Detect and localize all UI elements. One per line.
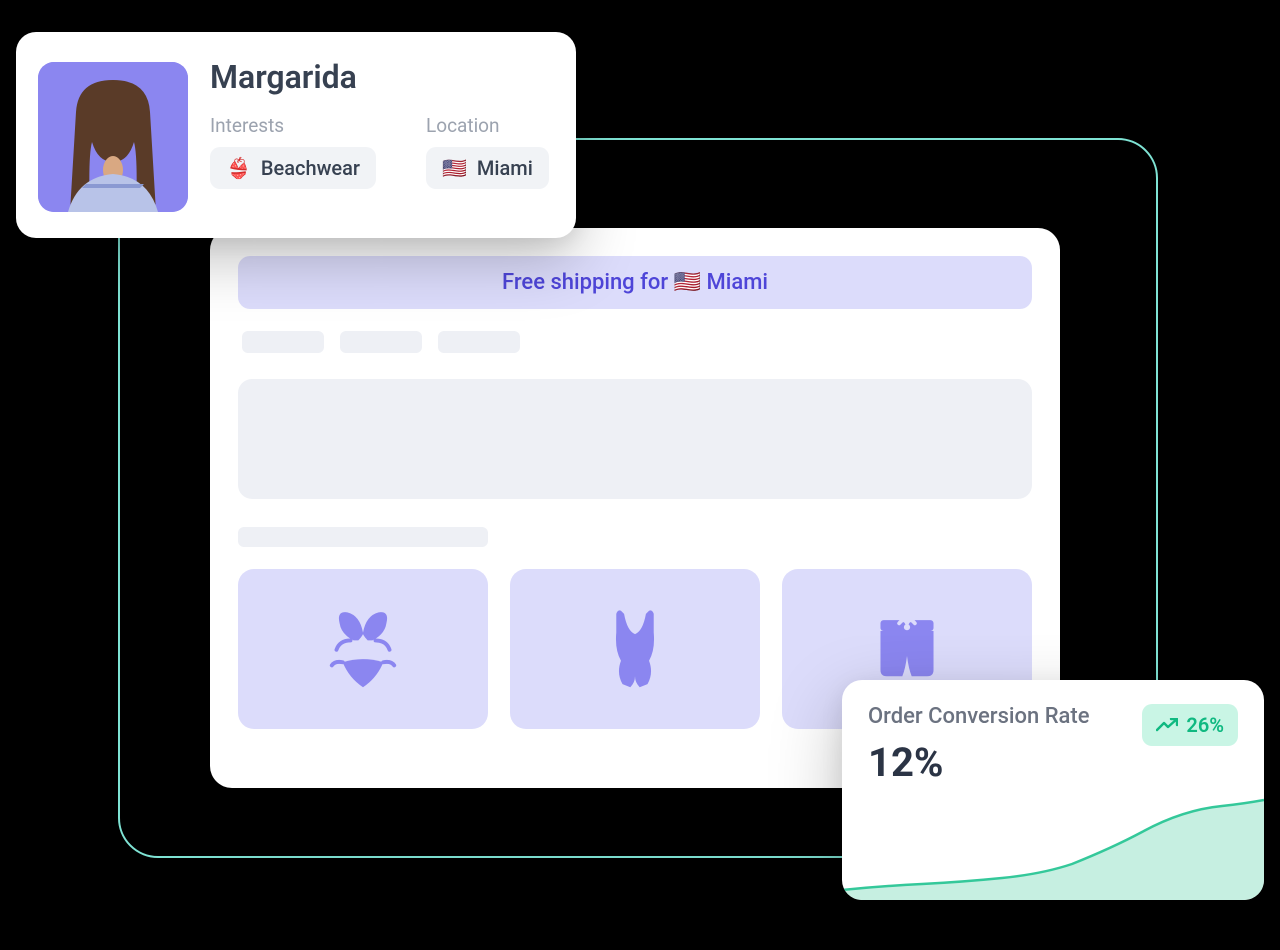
interest-value: Beachwear [261,156,360,180]
banner-location: Miami [707,270,768,295]
profile-location: Location 🇺🇸 Miami [426,114,549,189]
one-piece-icon [596,604,674,694]
trend-up-icon [1156,718,1178,732]
nav-skeleton-item [340,331,422,353]
section-title-skeleton [238,527,488,547]
avatar [38,62,188,212]
nav-skeleton-item [242,331,324,353]
bikini-icon: 👙 [226,156,251,180]
bikini-icon [324,604,402,694]
location-label: Location [426,114,549,137]
metric-change-value: 26% [1186,713,1224,737]
product-tile-bikini[interactable] [238,569,488,729]
profile-interests: Interests 👙 Beachwear [210,114,376,189]
metric-sparkline [842,790,1264,900]
conversion-metric-card: Order Conversion Rate 12% 26% [842,680,1264,900]
product-tile-one-piece[interactable] [510,569,760,729]
nav-skeleton [238,331,1032,353]
metric-change-badge: 26% [1142,704,1238,746]
shipping-banner: Free shipping for 🇺🇸 Miami [238,256,1032,309]
nav-skeleton-item [438,331,520,353]
interest-chip[interactable]: 👙 Beachwear [210,147,376,189]
metric-value: 12% [868,739,1090,786]
profile-info: Margarida Interests 👙 Beachwear Location… [210,54,549,189]
profile-card: Margarida Interests 👙 Beachwear Location… [16,32,576,238]
metric-title: Order Conversion Rate [868,704,1090,729]
location-value: Miami [477,156,533,180]
hero-skeleton [238,379,1032,499]
us-flag-icon: 🇺🇸 [674,270,701,295]
metric-text: Order Conversion Rate 12% [868,704,1090,786]
interests-label: Interests [210,114,376,137]
profile-name: Margarida [210,58,549,96]
banner-prefix: Free shipping for [502,270,674,295]
location-chip[interactable]: 🇺🇸 Miami [426,147,549,189]
us-flag-icon: 🇺🇸 [442,156,467,180]
